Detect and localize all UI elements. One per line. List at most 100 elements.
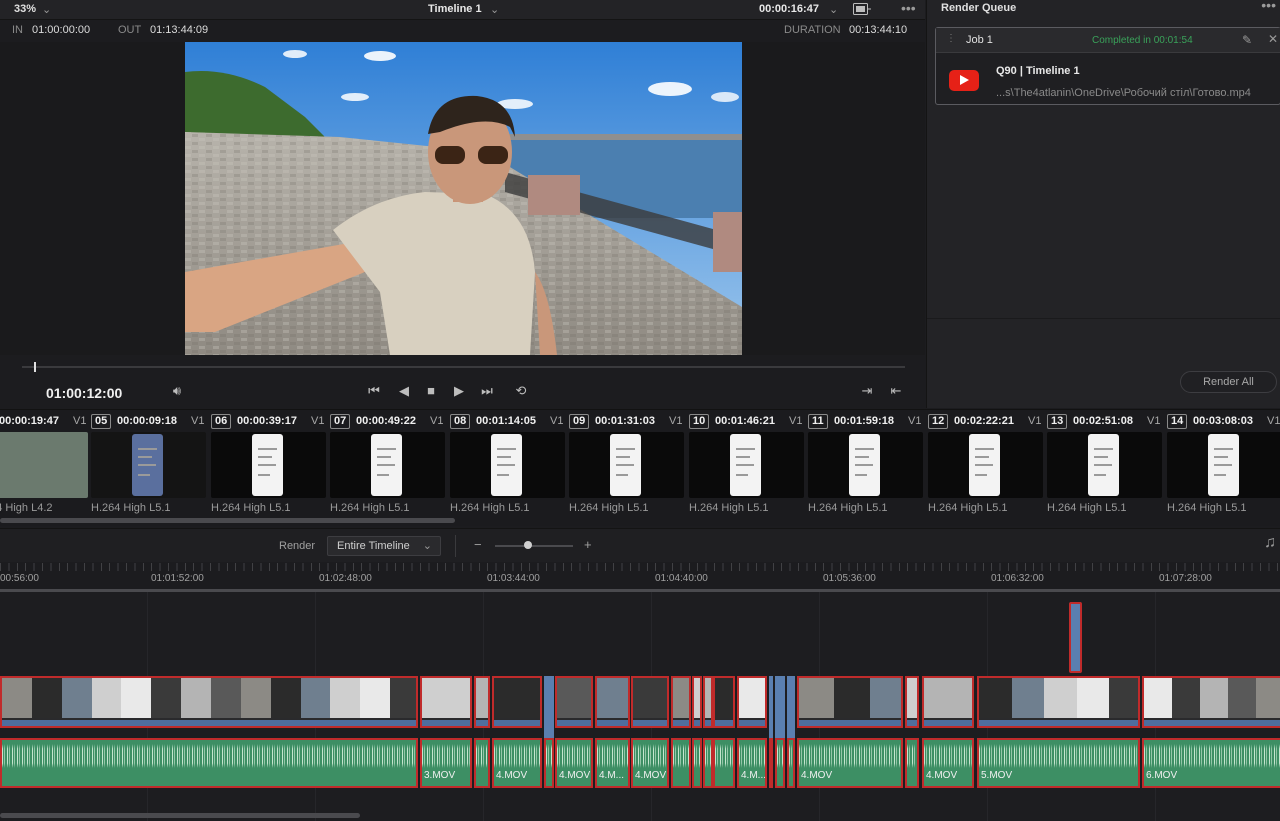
monitor-icon[interactable]: [853, 3, 871, 19]
audio-clip[interactable]: [787, 738, 795, 788]
clip-tile[interactable]: 08 00:01:14:05 V1 H.264 High L5.1: [450, 410, 568, 518]
drag-handle-icon[interactable]: ⋮: [946, 33, 956, 44]
audio-clip[interactable]: [671, 738, 691, 788]
clip-thumbnail[interactable]: [330, 432, 445, 498]
audio-clip[interactable]: 4.MOV: [492, 738, 542, 788]
video-viewer[interactable]: [0, 42, 925, 355]
stop-icon[interactable]: ■: [422, 383, 440, 399]
mark-out-icon[interactable]: ⇤: [887, 383, 905, 399]
video-clip[interactable]: [492, 676, 542, 728]
volume-icon[interactable]: 🔊︎: [168, 383, 186, 399]
video-clip[interactable]: [555, 676, 593, 728]
audio-clip[interactable]: [474, 738, 490, 788]
chevron-down-icon[interactable]: ⌄: [42, 3, 51, 16]
zoom-level[interactable]: 33%: [14, 3, 36, 15]
timeline-tracks[interactable]: 3.MOV 4.MOV 4.MOV 4.M... 4.MOV 4.M... 4.MOV 4.M…: [0, 592, 1280, 821]
zoom-in-icon[interactable]: +: [584, 537, 592, 552]
clip-tile[interactable]: 09 00:01:31:03 V1 H.264 High L5.1: [569, 410, 687, 518]
horizontal-scrollbar[interactable]: [0, 518, 455, 523]
audio-clip[interactable]: 5.MOV: [977, 738, 1140, 788]
audio-clip[interactable]: [905, 738, 919, 788]
video-clip[interactable]: [671, 676, 691, 728]
audio-clip[interactable]: 4.MOV: [922, 738, 974, 788]
audio-clip[interactable]: [713, 738, 735, 788]
clip-codec: H.264 High L5.1: [689, 502, 769, 514]
audio-clip[interactable]: [692, 738, 702, 788]
audio-clip[interactable]: 6.MOV: [1142, 738, 1280, 788]
video-clip[interactable]: [595, 676, 630, 728]
video-clip[interactable]: [737, 676, 767, 728]
zoom-out-icon[interactable]: −: [474, 537, 482, 552]
clip-thumbnail[interactable]: [0, 432, 88, 498]
video-clip[interactable]: [703, 676, 713, 728]
edit-icon[interactable]: ✎: [1242, 33, 1252, 47]
video-clip[interactable]: [631, 676, 669, 728]
video-clip[interactable]: [692, 676, 702, 728]
clip-tile[interactable]: 11 00:01:59:18 V1 H.264 High L5.1: [808, 410, 926, 518]
audio-clip[interactable]: 4.MOV: [555, 738, 593, 788]
loop-icon[interactable]: ⟲: [512, 383, 530, 399]
audio-clip[interactable]: [0, 738, 418, 788]
waveform: [1144, 744, 1280, 768]
more-options-icon[interactable]: •••: [1261, 0, 1276, 13]
audio-clip[interactable]: 4.M...: [595, 738, 630, 788]
render-range-select[interactable]: Entire Timeline ⌄: [327, 536, 441, 556]
clip-tile[interactable]: 14 00:03:08:03 V1 H.264 High L5.1: [1167, 410, 1280, 518]
timeline-ruler[interactable]: 00:56:00 01:01:52:00 01:02:48:00 01:03:44:0…: [0, 563, 1280, 589]
audio-clip[interactable]: [775, 738, 785, 788]
audio-clip[interactable]: [769, 738, 773, 788]
clip-tile[interactable]: 13 00:02:51:08 V1 H.264 High L5.1: [1047, 410, 1165, 518]
audio-clip[interactable]: 4.MOV: [797, 738, 903, 788]
skip-to-end-icon[interactable]: ⏭︎: [478, 383, 496, 399]
video-clip[interactable]: [797, 676, 903, 728]
video-clip[interactable]: [474, 676, 490, 728]
clip-thumbnail[interactable]: [689, 432, 804, 498]
clip-thumbnail[interactable]: [928, 432, 1043, 498]
video-clip[interactable]: [420, 676, 472, 728]
audio-clip[interactable]: 4.MOV: [631, 738, 669, 788]
close-icon[interactable]: ✕: [1268, 32, 1278, 46]
zoom-slider[interactable]: [495, 545, 573, 547]
video-clip[interactable]: [905, 676, 919, 728]
timeline-name[interactable]: Timeline 1: [428, 3, 482, 15]
music-icon[interactable]: ♫: [1264, 534, 1276, 552]
clip-thumbnail[interactable]: [569, 432, 684, 498]
clip-thumbnail[interactable]: [808, 432, 923, 498]
chevron-down-icon[interactable]: ⌄: [490, 3, 499, 16]
skip-to-start-icon[interactable]: ⏮︎: [365, 383, 383, 399]
audio-clip[interactable]: 4.M...: [737, 738, 767, 788]
video-clip[interactable]: [1142, 676, 1280, 728]
mark-in-icon[interactable]: ⇥: [858, 383, 876, 399]
scrub-bar[interactable]: [22, 366, 905, 368]
clip-tile[interactable]: 05 00:00:09:18 V1 H.264 High L5.1: [91, 410, 209, 518]
clip-thumbnail[interactable]: [91, 432, 206, 498]
video-clip[interactable]: [922, 676, 974, 728]
clip-thumbnail[interactable]: [1047, 432, 1162, 498]
video-clip[interactable]: [977, 676, 1140, 728]
render-job-card[interactable]: ⋮ Job 1 Completed in 00:01:54 ✎ ✕ Q90 | …: [935, 27, 1280, 105]
clip-thumbnail[interactable]: [211, 432, 326, 498]
clip-tile[interactable]: 12 00:02:22:21 V1 H.264 High L5.1: [928, 410, 1046, 518]
zoom-slider-knob[interactable]: [523, 541, 532, 549]
clip-tile[interactable]: 06 00:00:39:17 V1 H.264 High L5.1: [211, 410, 329, 518]
duration-value: 00:13:44:10: [849, 24, 908, 36]
scrub-playhead[interactable]: [34, 362, 36, 372]
clip-tile[interactable]: 10 00:01:46:21 V1 H.264 High L5.1: [689, 410, 807, 518]
clip-thumbnail[interactable]: [450, 432, 565, 498]
clip-thumbnail[interactable]: [1167, 432, 1280, 498]
selected-clip-marker[interactable]: [1069, 602, 1082, 673]
audio-clip[interactable]: [703, 738, 713, 788]
video-clip[interactable]: [713, 676, 735, 728]
render-all-button[interactable]: Render All: [1180, 371, 1277, 393]
chevron-down-icon[interactable]: ⌄: [829, 3, 838, 16]
more-options-icon[interactable]: •••: [901, 0, 916, 16]
play-reverse-icon[interactable]: ◀︎: [395, 383, 413, 399]
play-icon[interactable]: ▶︎: [450, 383, 468, 399]
clip-tile[interactable]: 00:00:19:47 V1 H.264 High L4.2: [0, 410, 91, 518]
audio-clip[interactable]: 3.MOV: [420, 738, 472, 788]
video-clip[interactable]: [0, 676, 418, 728]
clip-tile[interactable]: 07 00:00:49:22 V1 H.264 High L5.1: [330, 410, 448, 518]
audio-clip[interactable]: [544, 738, 554, 788]
timeline-scrollbar[interactable]: [0, 813, 360, 818]
clip-timecode: 00:00:39:17: [237, 415, 297, 427]
